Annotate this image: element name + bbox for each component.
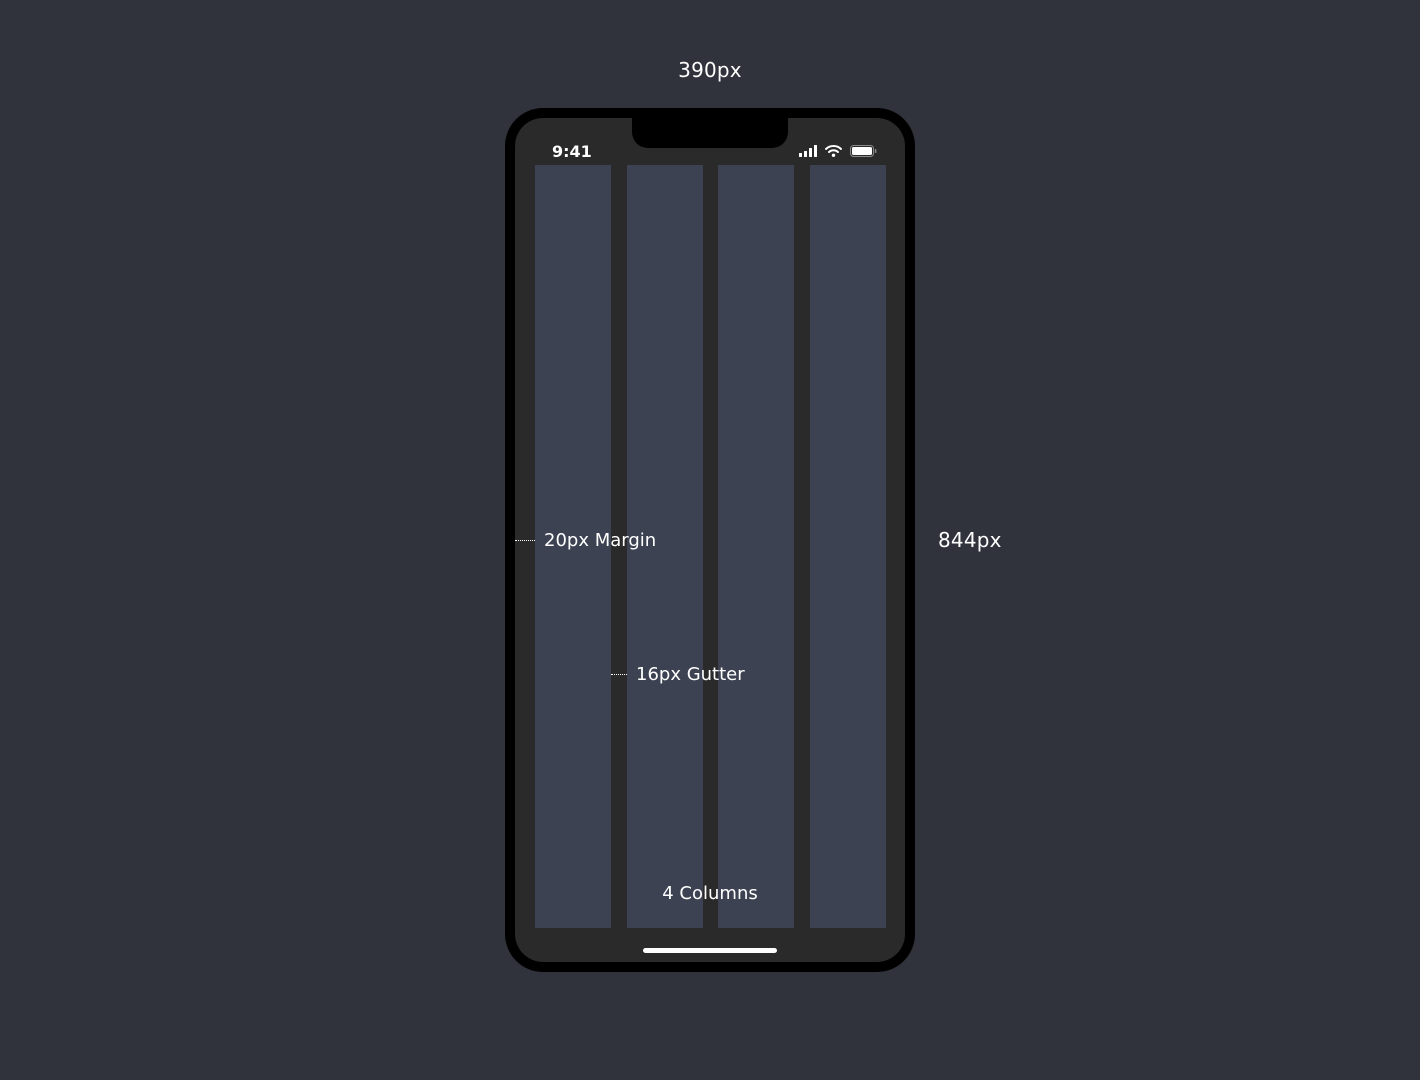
gutter-annotation: 16px Gutter [611,664,745,685]
gutter-leader-line [611,674,627,675]
phone-screen: 9:41 20px Margin 16px Gutter 4 Columns [515,118,905,962]
wifi-icon [825,142,842,161]
phone-notch [632,118,788,148]
height-dimension-label: 844px [938,528,1002,552]
gutter-label: 16px Gutter [636,664,745,685]
status-time: 9:41 [552,142,592,161]
grid-column-3 [718,165,794,928]
battery-icon [850,142,877,161]
margin-label: 20px Margin [544,530,657,551]
status-icons [799,144,877,158]
margin-leader-line [515,540,535,541]
cellular-signal-icon [799,142,817,161]
width-dimension-label: 390px [678,58,742,82]
phone-frame: 9:41 20px Margin 16px Gutter 4 Columns [505,108,915,972]
home-indicator [643,948,777,953]
columns-label: 4 Columns [662,883,758,904]
grid-column-4 [810,165,886,928]
margin-annotation: 20px Margin [515,530,656,551]
